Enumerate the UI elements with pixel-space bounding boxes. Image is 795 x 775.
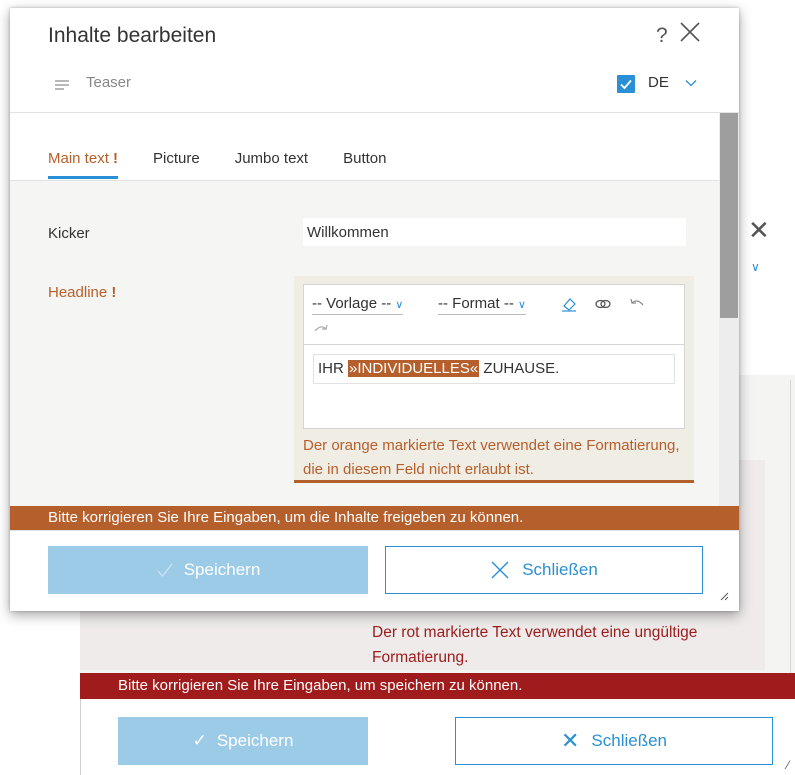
tab-picture[interactable]: Picture xyxy=(153,150,200,179)
tab-jumbo-text[interactable]: Jumbo text xyxy=(235,150,308,179)
link-icon[interactable] xyxy=(594,295,612,313)
background-editor-hint: Der rot markierte Text verwendet eine un… xyxy=(372,624,698,666)
rich-text-editor: -- Vorlage -- ∨ -- Format -- ∨ IHR »INDI… xyxy=(303,284,685,429)
background-save-label: Speichern xyxy=(216,731,294,750)
undo-icon[interactable] xyxy=(628,295,646,313)
tab-label: Main text xyxy=(48,150,109,167)
tab-bar: Main text ! Picture Jumbo text Button xyxy=(48,150,421,179)
background-close-icon[interactable]: ✕ xyxy=(748,215,770,246)
edit-content-dialog: Inhalte bearbeiten ? Teaser DE Main text… xyxy=(10,8,739,611)
headline-text-before: IHR xyxy=(318,360,348,377)
checkmark-icon xyxy=(157,563,173,577)
chevron-down-icon: ∨ xyxy=(395,299,404,311)
background-chevron-down-icon[interactable]: ∨ xyxy=(751,260,760,274)
tab-button[interactable]: Button xyxy=(343,150,386,179)
language-selector[interactable]: DE xyxy=(648,74,669,91)
resize-handle-icon[interactable] xyxy=(719,591,729,601)
invalid-format-highlight: »INDIVIDUELLES« xyxy=(348,360,480,377)
background-save-button[interactable]: ✓ Speichern xyxy=(118,717,368,765)
headline-content-field[interactable]: IHR »INDIVIDUELLES« ZUHAUSE. xyxy=(313,354,675,384)
headline-text-after: ZUHAUSE. xyxy=(479,360,560,377)
header-divider xyxy=(10,112,739,113)
required-indicator: ! xyxy=(113,150,119,167)
checkmark-icon xyxy=(620,79,632,90)
checkmark-icon: ✓ xyxy=(192,731,207,750)
close-icon xyxy=(491,561,509,579)
format-select[interactable]: -- Format -- ∨ xyxy=(438,295,526,315)
required-indicator: ! xyxy=(111,284,117,301)
template-select[interactable]: -- Vorlage -- ∨ xyxy=(312,295,404,315)
headline-label: Headline ! xyxy=(48,284,116,301)
tab-divider xyxy=(10,180,719,181)
text-lines-icon xyxy=(55,80,69,90)
background-resize-handle-icon[interactable]: ⁄ xyxy=(787,758,789,772)
close-label: Schließen xyxy=(522,560,598,579)
background-close-label: Schließen xyxy=(591,731,668,750)
save-button[interactable]: Speichern xyxy=(48,546,368,594)
eraser-icon[interactable] xyxy=(560,295,578,313)
tab-label: Picture xyxy=(153,150,200,167)
tab-label: Jumbo text xyxy=(234,150,309,167)
headline-editor: -- Vorlage -- ∨ -- Format -- ∨ IHR »INDI… xyxy=(294,276,694,483)
close-icon: ✕ xyxy=(560,728,580,753)
format-select-value: -- Format -- xyxy=(438,295,514,312)
redo-icon[interactable] xyxy=(312,321,330,339)
content-type-label: Teaser xyxy=(86,74,132,91)
kicker-input[interactable] xyxy=(303,218,686,246)
close-button[interactable]: Schließen xyxy=(385,546,703,594)
background-close-button[interactable]: ✕ Schließen xyxy=(455,717,773,765)
background-divider xyxy=(790,380,791,680)
tab-main-text[interactable]: Main text ! xyxy=(48,150,119,179)
help-icon[interactable]: ? xyxy=(656,24,668,48)
tab-label: Button xyxy=(343,150,387,167)
kicker-label: Kicker xyxy=(48,225,90,242)
footer-divider xyxy=(10,530,739,531)
chevron-down-icon: ∨ xyxy=(517,299,526,311)
chevron-down-icon[interactable] xyxy=(685,77,697,89)
headline-label-text: Headline xyxy=(48,284,108,301)
template-select-value: -- Vorlage -- xyxy=(312,295,392,312)
editor-warning-hint: Der orange markierte Text verwendet eine… xyxy=(303,437,680,478)
dialog-title: Inhalte bearbeiten xyxy=(48,24,217,47)
editor-toolbar: -- Vorlage -- ∨ -- Format -- ∨ xyxy=(304,285,684,345)
scrollbar-thumb[interactable] xyxy=(720,113,738,318)
error-bar: Bitte korrigieren Sie Ihre Eingaben, um … xyxy=(10,506,739,530)
save-label: Speichern xyxy=(183,560,261,579)
close-icon[interactable] xyxy=(678,20,702,44)
background-error-bar: Bitte korrigieren Sie Ihre Eingaben, um … xyxy=(80,673,795,699)
language-checkbox[interactable] xyxy=(617,75,635,93)
